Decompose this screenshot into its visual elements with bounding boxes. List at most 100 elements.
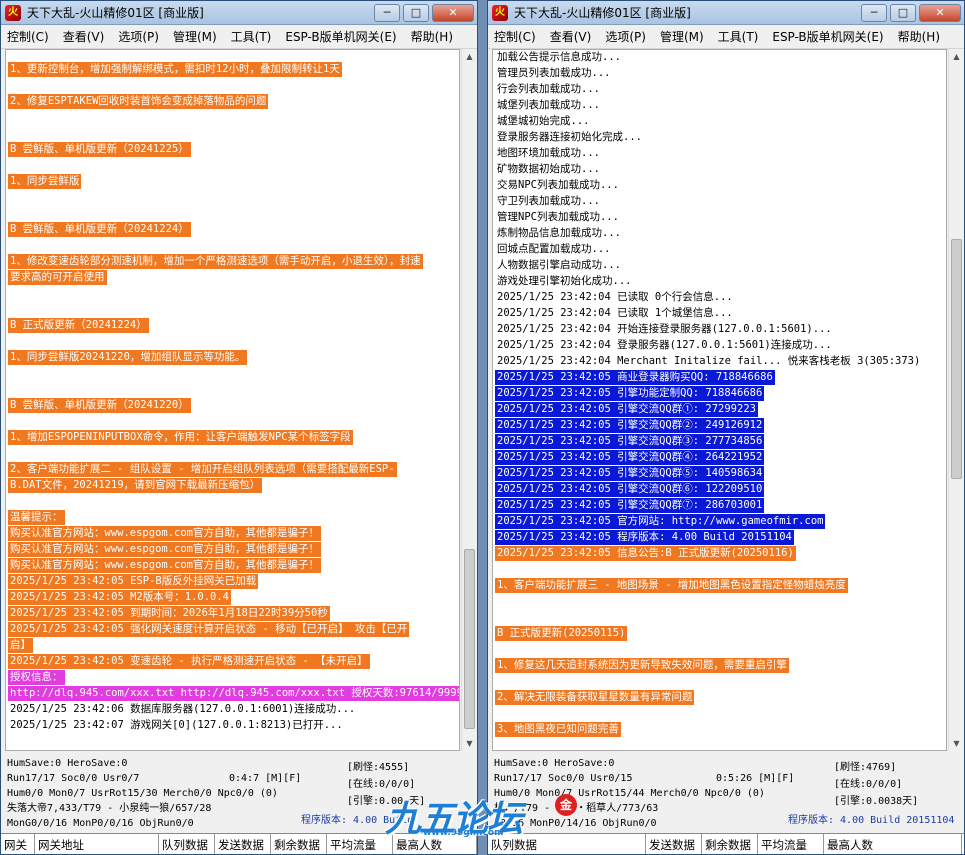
log-line: 2025/1/25 23:42:05 官方网站: http://www.game… bbox=[495, 514, 826, 529]
log-scrollbar[interactable]: ▲ ▼ bbox=[461, 49, 476, 751]
menu-bar: 控制(C) 查看(V) 选项(P) 管理(M) 工具(T) ESP-B版单机网关… bbox=[488, 25, 964, 49]
log-line: 炼制物品信息加载成功... bbox=[497, 227, 621, 239]
site-watermark: 九五论坛 www.95gm.com bbox=[385, 790, 585, 850]
log-line: 地图环境加载成功... bbox=[497, 147, 600, 159]
server-window-left: 火 天下大乱-火山精修01区 [商业版] ─ □ ✕ 控制(C) 查看(V) 选… bbox=[0, 0, 478, 855]
menu-options[interactable]: 选项(P) bbox=[118, 28, 159, 45]
menu-bar: 控制(C) 查看(V) 选项(P) 管理(M) 工具(T) ESP-B版单机网关… bbox=[1, 25, 477, 49]
log-line: 2025/1/25 23:42:05 变速齿轮 - 执行严格测速开启状态 - 【… bbox=[8, 654, 370, 669]
log-line: 要求高的可开启使用 bbox=[8, 270, 107, 285]
log-line: 购买认准官方网站：www.espgom.com官方自助，其他都是骗子！ bbox=[8, 542, 322, 557]
column-header[interactable]: 网关 bbox=[1, 834, 35, 854]
column-header[interactable]: 发送数据 bbox=[215, 834, 271, 854]
watermark-badge: 金 bbox=[555, 794, 577, 816]
log-line: 矿物数据初始成功... bbox=[497, 163, 600, 175]
log-line: 2025/1/25 23:42:05 强化网关速度计算开启状态 - 移动【已开启… bbox=[8, 622, 410, 637]
log-line: 2、客户端功能扩展二 - 组队设置 - 增加开启组队列表选项（需要搭配最新ESP… bbox=[8, 462, 397, 477]
status-text: 程序版本: 4.00 Build 20151104 bbox=[788, 815, 955, 826]
app-icon: 火 bbox=[5, 4, 21, 21]
column-header[interactable]: 平均流量 bbox=[758, 834, 824, 854]
minimize-button[interactable]: ─ bbox=[374, 3, 400, 22]
log-scrollbar[interactable]: ▲ ▼ bbox=[948, 49, 963, 751]
log-line: 2025/1/25 23:42:05 ESP-B版反外挂网关已加载 bbox=[8, 574, 259, 589]
status-text: HumSave:0 HeroSave:0 bbox=[494, 758, 615, 769]
log-line: 守卫列表加载成功... bbox=[497, 195, 600, 207]
menu-tools[interactable]: 工具(T) bbox=[718, 28, 759, 45]
menu-options[interactable]: 选项(P) bbox=[605, 28, 646, 45]
log-line: 2025/1/25 23:42:05 引擎交流QQ群③: 277734856 bbox=[495, 434, 765, 449]
title-bar[interactable]: 火 天下大乱-火山精修01区 [商业版] ─ □ ✕ bbox=[488, 1, 964, 25]
log-line: 3、地图黑夜已知问题完善 bbox=[495, 722, 621, 737]
window-title: 天下大乱-火山精修01区 [商业版] bbox=[27, 6, 204, 20]
log-line: 授权信息： bbox=[8, 670, 65, 685]
log-line: 2025/1/25 23:42:05 到期时间：2026年1月18日22时39分… bbox=[8, 606, 330, 621]
log-pane[interactable]: 加载公告提示信息成功... 管理员列表加载成功... 行会列表加载成功... 城堡列表… bbox=[492, 49, 947, 751]
log-line: 2025/1/25 23:42:05 程序版本: 4.00 Build 2015… bbox=[495, 530, 794, 545]
log-line: 城堡列表加载成功... bbox=[497, 99, 600, 111]
column-header[interactable]: 队列数据 bbox=[159, 834, 215, 854]
menu-control[interactable]: 控制(C) bbox=[7, 28, 49, 45]
menu-control[interactable]: 控制(C) bbox=[494, 28, 536, 45]
close-button[interactable]: ✕ bbox=[919, 3, 961, 22]
log-line: 加载公告提示信息成功... bbox=[497, 51, 621, 63]
column-header[interactable]: 最高人数 bbox=[824, 834, 962, 854]
menu-espb-gateway[interactable]: ESP-B版单机网关(E) bbox=[772, 28, 883, 45]
maximize-button[interactable]: □ bbox=[890, 3, 916, 22]
log-line: B 尝鲜版、单机版更新（20241220） bbox=[8, 398, 191, 413]
log-line: 登录服务器连接初始化完成... bbox=[497, 131, 642, 143]
scroll-thumb[interactable] bbox=[951, 239, 962, 479]
log-line: 2025/1/25 23:42:05 M2版本号：1.0.0.4 bbox=[8, 590, 232, 605]
scroll-down-icon[interactable]: ▼ bbox=[949, 736, 964, 751]
scroll-thumb[interactable] bbox=[464, 549, 475, 729]
status-text: HumSave:0 HeroSave:0 bbox=[7, 758, 128, 769]
log-line: 1、同步尝鲜版20241220，增加组队显示等功能。 bbox=[8, 350, 248, 365]
log-line: 2025/1/25 23:42:07 游戏网关[0](127.0.0.1:821… bbox=[10, 719, 343, 731]
log-line: http://dlq.945.com/xxx.txt http://dlq.94… bbox=[8, 686, 459, 701]
log-line: 2025/1/25 23:42:04 开始连接登录服务器(127.0.0.1:5… bbox=[497, 323, 832, 335]
log-line: 2025/1/25 23:42:04 Merchant Initalize fa… bbox=[497, 355, 921, 367]
scroll-up-icon[interactable]: ▲ bbox=[949, 49, 964, 64]
log-line: 2025/1/25 23:42:05 信息公告:B 正式版更新(20250116… bbox=[495, 546, 796, 561]
log-line: 人物数据引擎启动成功... bbox=[497, 259, 621, 271]
log-line: 管理NPC列表加载成功... bbox=[497, 211, 619, 223]
log-line: 2、修复ESPTAKEW回收时装首饰会变成掉落物品的问题 bbox=[8, 94, 269, 109]
status-text: 0:4:7 [M][F] bbox=[229, 773, 302, 784]
log-line: 2025/1/25 23:42:05 引擎交流QQ群④: 264221952 bbox=[495, 450, 765, 465]
scroll-down-icon[interactable]: ▼ bbox=[462, 736, 477, 751]
menu-help[interactable]: 帮助(H) bbox=[411, 28, 453, 45]
status-text: Run17/17 Soc0/0 Usr0/15 bbox=[494, 773, 633, 784]
maximize-button[interactable]: □ bbox=[403, 3, 429, 22]
menu-tools[interactable]: 工具(T) bbox=[231, 28, 272, 45]
column-header[interactable]: 剩余数据 bbox=[271, 834, 327, 854]
log-line: 温馨提示： bbox=[8, 510, 65, 525]
column-header[interactable]: 网关地址 bbox=[35, 834, 159, 854]
log-line: 1、增加ESPOPENINPUTBOX命令，作用：让客户端触发NPC某个标签字段 bbox=[8, 430, 353, 445]
status-text: Hum0/0 Mon0/7 UsrRot15/30 Merch0/0 Npc0/… bbox=[7, 788, 278, 799]
minimize-button[interactable]: ─ bbox=[861, 3, 887, 22]
status-text: MonG0/0/16 MonP0/0/16 ObjRun0/0 bbox=[7, 818, 194, 829]
log-pane[interactable]: 1、更新控制台，增加强制解绑模式，需扣时12小时，叠加限制转让1天 2、修复ESP… bbox=[5, 49, 460, 751]
menu-view[interactable]: 查看(V) bbox=[63, 28, 105, 45]
close-button[interactable]: ✕ bbox=[432, 3, 474, 22]
log-line: 2025/1/25 23:42:05 引擎交流QQ群⑤: 140598634 bbox=[495, 466, 765, 481]
status-text: Run17/17 Soc0/0 Usr0/7 bbox=[7, 773, 140, 784]
log-line: 城堡城初始完成... bbox=[497, 115, 590, 127]
log-line: 购买认准官方网站：www.espgom.com官方自助，其他都是骗子！ bbox=[8, 558, 322, 573]
title-bar[interactable]: 火 天下大乱-火山精修01区 [商业版] ─ □ ✕ bbox=[1, 1, 477, 25]
menu-view[interactable]: 查看(V) bbox=[550, 28, 592, 45]
column-header[interactable]: 发送数据 bbox=[646, 834, 702, 854]
menu-espb-gateway[interactable]: ESP-B版单机网关(E) bbox=[285, 28, 396, 45]
log-line: 2025/1/25 23:42:05 引擎功能定制QQ: 718846686 bbox=[495, 386, 765, 401]
log-line: 2025/1/25 23:42:05 商业登录器购买QQ: 718846686 bbox=[495, 370, 775, 385]
log-line: B 正式版更新(20250115) bbox=[495, 626, 628, 641]
status-text: [在线:0/0/0] bbox=[834, 779, 903, 790]
menu-help[interactable]: 帮助(H) bbox=[898, 28, 940, 45]
log-line: 2、解决无限装备获取星星数量有异常问题 bbox=[495, 690, 695, 705]
menu-manage[interactable]: 管理(M) bbox=[660, 28, 704, 45]
log-line: 2025/1/25 23:42:05 引擎交流QQ群②: 249126912 bbox=[495, 418, 765, 433]
scroll-up-icon[interactable]: ▲ bbox=[462, 49, 477, 64]
app-icon: 火 bbox=[492, 4, 508, 21]
column-header[interactable]: 平均流量 bbox=[327, 834, 393, 854]
menu-manage[interactable]: 管理(M) bbox=[173, 28, 217, 45]
column-header[interactable]: 剩余数据 bbox=[702, 834, 758, 854]
